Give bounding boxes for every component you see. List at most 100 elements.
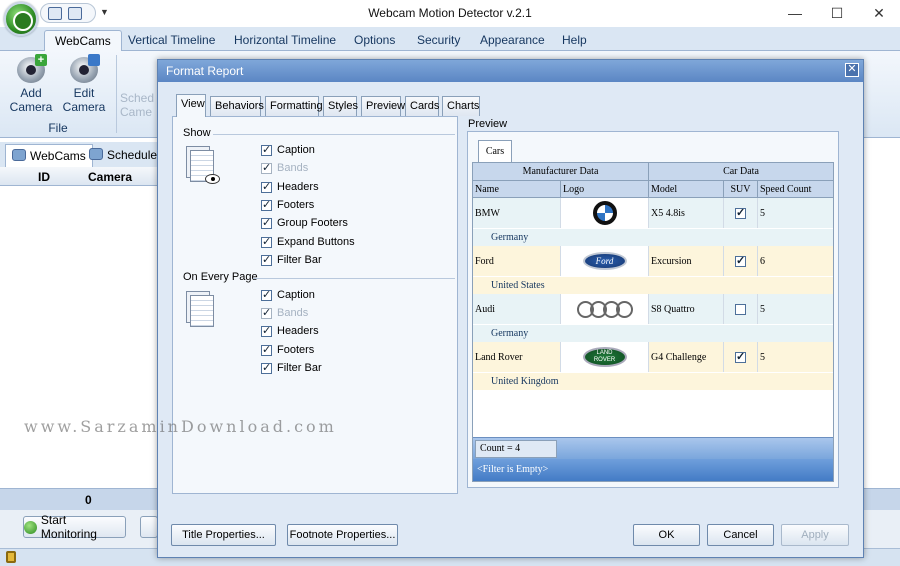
ok-button[interactable]: OK	[633, 524, 700, 546]
cell-name: Ford	[473, 246, 561, 276]
group-footer-country: Germany	[473, 325, 833, 342]
group-footer-country: United Kingdom	[473, 373, 833, 390]
checkbox-label: Filter Bar	[277, 362, 322, 374]
tab-preview[interactable]: Preview	[361, 96, 405, 116]
schedule-camera-button[interactable]: Sched Came	[120, 91, 154, 119]
land-rover-logo-icon: LAND ROVER	[582, 347, 627, 367]
footnote-properties-button[interactable]: Footnote Properties...	[287, 524, 398, 546]
checkbox-label: Bands	[277, 307, 309, 319]
show-footers-checkbox[interactable]: Footers	[261, 198, 315, 211]
secondary-button[interactable]	[140, 516, 158, 538]
show-expand-buttons-checkbox[interactable]: Expand Buttons	[261, 235, 355, 248]
checkbox-icon	[261, 161, 272, 174]
cell-speed: 5	[760, 207, 765, 219]
preview-label: Preview	[468, 118, 508, 130]
every-page-section-divider	[253, 278, 455, 279]
column-header-id[interactable]: ID	[38, 170, 50, 184]
add-camera-button[interactable]: + Add Camera	[7, 54, 55, 114]
monitor-icon	[24, 520, 37, 534]
tab-styles[interactable]: Styles	[323, 96, 358, 116]
ribbon-separator	[116, 55, 117, 133]
title-bar: ▼ Webcam Motion Detector v.2.1 — ☐ ✕	[0, 0, 900, 36]
page-caption-checkbox[interactable]: Caption	[261, 288, 315, 301]
band-car: Car Data	[723, 166, 759, 177]
cell-suv	[724, 246, 758, 276]
view-tab-panel: Show Caption Bands Headers Footers Group…	[172, 116, 458, 494]
col-name: Name	[473, 181, 561, 197]
show-group-footers-checkbox[interactable]: Group Footers	[261, 216, 348, 229]
tab-horizontal-timeline[interactable]: Horizontal Timeline	[224, 30, 346, 51]
minimize-button[interactable]: —	[774, 0, 816, 26]
preview-tab-cars[interactable]: Cars	[478, 140, 512, 162]
page-bands-checkbox: Bands	[261, 306, 309, 319]
suv-checkbox	[735, 303, 746, 315]
page-headers-checkbox[interactable]: Headers	[261, 324, 319, 337]
checkbox-label: Headers	[277, 325, 319, 337]
tab-behaviors[interactable]: Behaviors	[210, 96, 264, 116]
checkbox-label: Caption	[277, 144, 315, 156]
checkbox-label: Footers	[277, 199, 315, 211]
checkbox-icon	[261, 253, 272, 266]
app-menu-orb-icon[interactable]	[4, 2, 38, 36]
tab-view[interactable]: View	[176, 94, 206, 117]
cell-name: Audi	[473, 294, 561, 324]
checkbox-label: Group Footers	[277, 217, 348, 229]
cell-suv	[724, 294, 758, 324]
cancel-button[interactable]: Cancel	[707, 524, 774, 546]
format-report-dialog: Format Report ✕ View Behaviors Formattin…	[157, 59, 864, 558]
suv-checkbox	[735, 206, 746, 219]
band-header-row: Manufacturer Data Car Data	[473, 163, 833, 181]
tab-cards[interactable]: Cards	[405, 96, 439, 116]
cell-model: Excursion	[649, 246, 724, 276]
watermark: www.SarzaminDownload.com	[24, 417, 337, 436]
report-preview: Manufacturer Data Car Data Name Logo Mod…	[472, 162, 834, 482]
subtab-webcams[interactable]: WebCams	[5, 144, 93, 167]
edit-camera-button[interactable]: Edit Camera	[60, 54, 108, 114]
tab-charts[interactable]: Charts	[442, 96, 480, 116]
col-speed-count: Speed Count	[760, 183, 812, 195]
column-header-row: Name Logo Model SUV Speed Count	[473, 181, 833, 198]
tab-help[interactable]: Help	[552, 30, 597, 51]
report-row: Audi S8 Quattro 5	[473, 294, 833, 324]
show-filter-bar-checkbox[interactable]: Filter Bar	[261, 253, 322, 266]
suv-checkbox	[735, 254, 746, 267]
band-manufacturer: Manufacturer Data	[473, 163, 649, 180]
close-button[interactable]: ✕	[858, 0, 900, 26]
report-row: Land Rover LAND ROVER G4 Challenge 5	[473, 342, 833, 372]
apply-button[interactable]: Apply	[781, 524, 849, 546]
dialog-close-icon[interactable]: ✕	[845, 63, 859, 77]
tab-vertical-timeline[interactable]: Vertical Timeline	[118, 30, 225, 51]
page-footers-checkbox[interactable]: Footers	[261, 343, 314, 356]
show-section-label: Show	[183, 127, 211, 139]
filter-bar[interactable]: <Filter is Empty>	[473, 459, 833, 481]
show-section-divider	[213, 134, 455, 135]
tab-formatting[interactable]: Formatting	[265, 96, 323, 116]
report-footer: Count = 4	[473, 437, 833, 459]
page-filter-bar-checkbox[interactable]: Filter Bar	[261, 361, 322, 374]
add-camera-label: Add Camera	[9, 86, 53, 114]
cell-name: Land Rover	[473, 342, 561, 372]
tab-security[interactable]: Security	[407, 30, 470, 51]
tab-webcams[interactable]: WebCams	[44, 30, 122, 51]
tab-appearance[interactable]: Appearance	[470, 30, 555, 51]
camera-grid-header: ID Camera Nam	[0, 167, 160, 198]
show-headers-checkbox[interactable]: Headers	[261, 180, 319, 193]
title-properties-button[interactable]: Title Properties...	[171, 524, 276, 546]
cell-speed: 6	[760, 255, 765, 267]
cell-suv	[724, 198, 758, 228]
edit-camera-label: Edit Camera	[62, 86, 106, 114]
report-row: Ford Ford Excursion 6	[473, 246, 833, 276]
subtab-webcams-label: WebCams	[30, 149, 86, 163]
subtab-scheduler[interactable]: Scheduler	[83, 144, 167, 167]
tab-options[interactable]: Options	[344, 30, 405, 51]
col-model: Model	[649, 181, 724, 197]
bmw-logo-icon	[592, 201, 617, 225]
start-monitoring-button[interactable]: Start Monitoring	[23, 513, 126, 541]
view-tabs: WebCams Scheduler	[0, 142, 161, 167]
camera-grid[interactable]	[0, 186, 160, 488]
show-caption-checkbox[interactable]: Caption	[261, 143, 315, 156]
webcams-icon	[12, 149, 26, 161]
cell-logo	[561, 198, 649, 228]
start-monitoring-label: Start Monitoring	[40, 513, 97, 541]
maximize-button[interactable]: ☐	[816, 0, 858, 26]
